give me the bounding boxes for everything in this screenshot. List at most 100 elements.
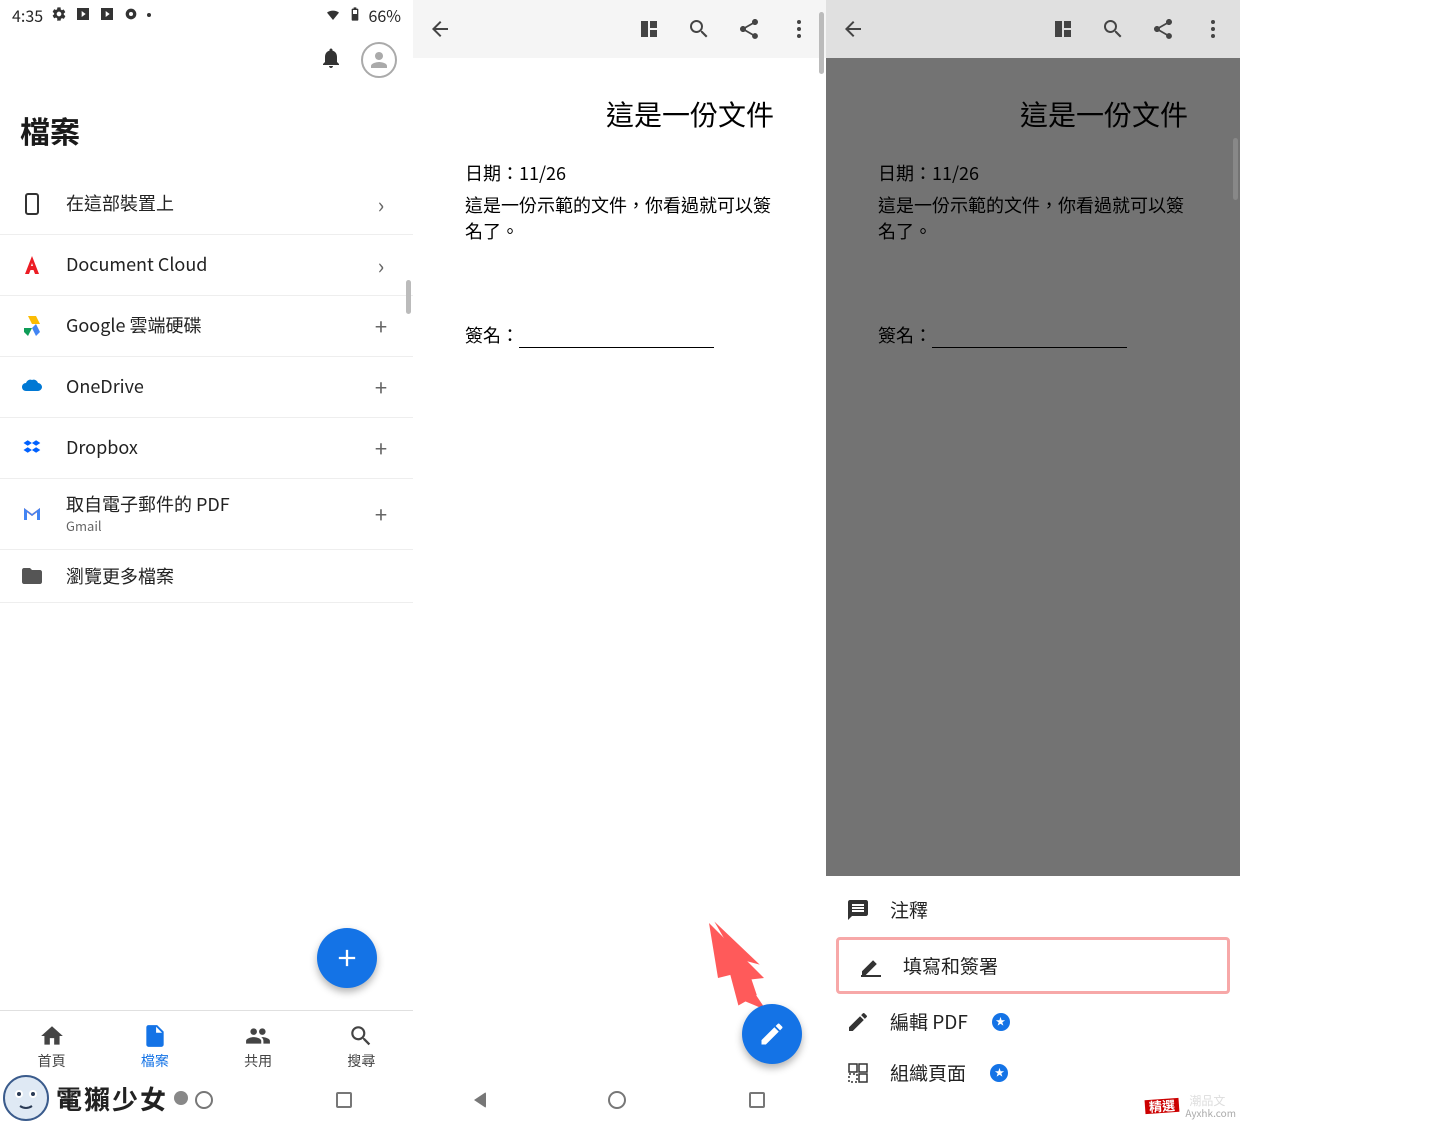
status-left: 4:35 xyxy=(12,3,151,27)
play-icon xyxy=(1115,1094,1139,1118)
source-list: 在這部裝置上 › Document Cloud › Google 雲端硬碟 + … xyxy=(0,174,413,603)
source-label: 瀏覽更多檔案 xyxy=(66,565,347,588)
battery-percent: 66% xyxy=(369,3,402,27)
action-fill-sign[interactable]: 填寫和簽署 xyxy=(839,940,1227,991)
adobe-icon xyxy=(20,253,44,277)
comment-icon xyxy=(846,898,870,922)
folder-icon xyxy=(20,564,44,588)
pages-icon xyxy=(846,1061,870,1085)
android-status-bar: 4:35 66% xyxy=(0,0,413,30)
source-sublabel: Gmail xyxy=(66,518,347,535)
chevron-right-icon: › xyxy=(369,249,393,281)
dropbox-icon xyxy=(20,436,44,460)
source-onedrive[interactable]: OneDrive + xyxy=(0,357,413,418)
view-mode-icon[interactable] xyxy=(1050,16,1076,42)
nav-search[interactable]: 搜尋 xyxy=(310,1011,413,1082)
doc-date-line: 日期：11/26 xyxy=(465,160,774,186)
source-label: 取自電子郵件的 PDF xyxy=(66,493,347,516)
plus-icon: + xyxy=(369,432,393,464)
action-comment[interactable]: 注釋 xyxy=(826,884,1240,935)
watermark-text: 電獺少女 xyxy=(56,1080,168,1117)
nav-home[interactable]: 首頁 xyxy=(0,1011,103,1082)
source-label: Dropbox xyxy=(66,436,347,459)
fab-add[interactable] xyxy=(317,928,377,988)
action-label: 編輯 PDF xyxy=(890,1008,968,1035)
premium-star-icon xyxy=(990,1064,1008,1082)
android-nav-bar xyxy=(413,1082,826,1118)
source-on-device[interactable]: 在這部裝置上 › xyxy=(0,174,413,235)
youtube-icon xyxy=(99,3,115,27)
app-header xyxy=(0,30,413,90)
status-dot-icon xyxy=(147,13,151,17)
plus-icon: + xyxy=(369,371,393,403)
source-google-drive[interactable]: Google 雲端硬碟 + xyxy=(0,296,413,357)
watermark-logo: 電獺少女 xyxy=(2,1074,188,1122)
nav-label: 共用 xyxy=(244,1051,272,1071)
nav-files[interactable]: 檔案 xyxy=(103,1011,206,1082)
premium-star-icon xyxy=(992,1013,1010,1031)
nav-share[interactable]: 共用 xyxy=(207,1011,310,1082)
watermark-right: 精選 潮品文 Ayxhk.com xyxy=(1115,1094,1236,1118)
source-label: 在這部裝置上 xyxy=(66,192,347,215)
action-organize-pages[interactable]: 組織頁面 xyxy=(826,1047,1240,1098)
nav-label: 檔案 xyxy=(141,1051,169,1071)
bell-icon[interactable] xyxy=(319,46,343,75)
source-browse-more[interactable]: 瀏覽更多檔案 xyxy=(0,550,413,603)
signature-line xyxy=(519,347,714,348)
more-icon[interactable] xyxy=(1200,16,1226,42)
action-label: 注釋 xyxy=(890,896,928,923)
back-icon[interactable] xyxy=(840,16,866,42)
doc-title: 這是一份文件 xyxy=(465,94,774,134)
wm-brand: 精選 xyxy=(1145,1098,1180,1115)
status-time: 4:35 xyxy=(12,3,43,27)
action-edit-pdf[interactable]: 編輯 PDF xyxy=(826,996,1240,1047)
view-mode-icon[interactable] xyxy=(636,16,662,42)
wifi-icon xyxy=(325,3,341,27)
search-icon[interactable] xyxy=(686,16,712,42)
youtube-icon xyxy=(75,3,91,27)
highlight-annotation: 填寫和簽署 xyxy=(836,937,1230,994)
onedrive-icon xyxy=(20,375,44,399)
nav-label: 首頁 xyxy=(38,1051,66,1071)
arrow-annotation xyxy=(694,918,774,1010)
source-gmail-pdf[interactable]: 取自電子郵件的 PDF Gmail + xyxy=(0,479,413,550)
more-icon[interactable] xyxy=(786,16,812,42)
status-right: 66% xyxy=(325,3,402,27)
page-title: 檔案 xyxy=(0,90,413,174)
recents-button[interactable] xyxy=(749,1092,765,1108)
pencil-icon xyxy=(846,1010,870,1034)
home-button[interactable] xyxy=(195,1091,213,1109)
gear-icon xyxy=(51,3,67,27)
circle-icon xyxy=(123,3,139,27)
search-icon[interactable] xyxy=(1100,16,1126,42)
nav-label: 搜尋 xyxy=(347,1051,375,1071)
recents-button[interactable] xyxy=(336,1092,352,1108)
doc-toolbar-dim xyxy=(826,0,1240,58)
scroll-indicator xyxy=(1233,138,1238,200)
plus-icon: + xyxy=(369,310,393,342)
account-avatar[interactable] xyxy=(361,42,397,78)
fab-edit[interactable] xyxy=(742,1004,802,1064)
bottom-nav: 首頁 檔案 共用 搜尋 xyxy=(0,1010,413,1082)
back-icon[interactable] xyxy=(427,16,453,42)
source-document-cloud[interactable]: Document Cloud › xyxy=(0,235,413,296)
home-button[interactable] xyxy=(608,1091,626,1109)
panel-files-list: 4:35 66% 檔案 在這部裝置上 › Document Cloud › xyxy=(0,0,413,1118)
doc-body-line: 這是一份示範的文件，你看過就可以簽名了。 xyxy=(465,192,774,244)
dot-icon xyxy=(174,1091,188,1105)
source-label: Document Cloud xyxy=(66,253,347,276)
source-label: Google 雲端硬碟 xyxy=(66,314,347,337)
share-icon[interactable] xyxy=(1150,16,1176,42)
back-button[interactable] xyxy=(474,1092,486,1108)
action-label: 填寫和簽署 xyxy=(903,952,998,979)
wm-text2: Ayxhk.com xyxy=(1185,1107,1236,1118)
device-icon xyxy=(20,192,44,216)
source-dropbox[interactable]: Dropbox + xyxy=(0,418,413,479)
action-label: 組織頁面 xyxy=(890,1059,966,1086)
chevron-right-icon: › xyxy=(369,188,393,220)
share-icon[interactable] xyxy=(736,16,762,42)
plus-icon: + xyxy=(369,498,393,530)
google-drive-icon xyxy=(20,314,44,338)
source-label: OneDrive xyxy=(66,375,347,398)
scroll-indicator xyxy=(406,280,411,314)
